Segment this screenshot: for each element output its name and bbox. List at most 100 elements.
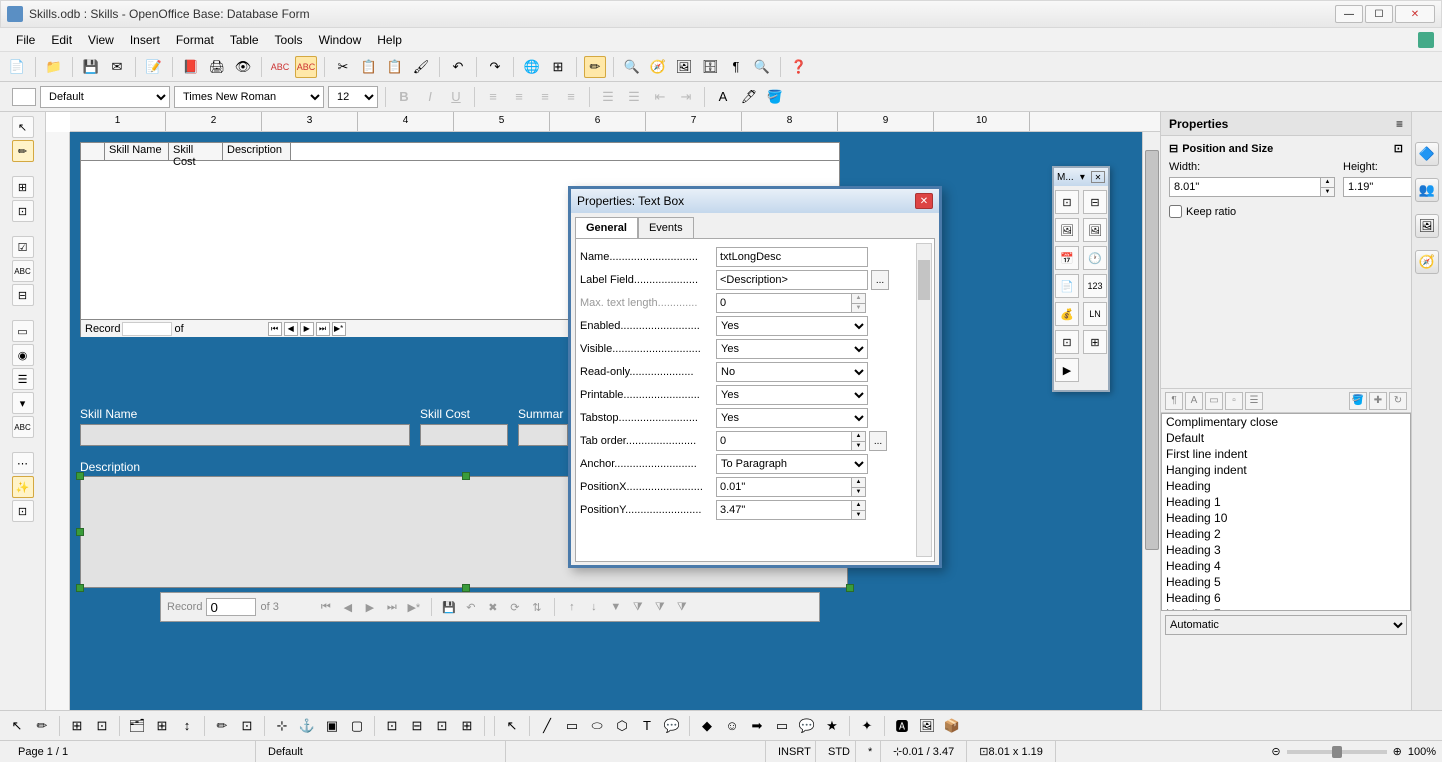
textbox-tool[interactable]: ABC xyxy=(12,260,34,282)
label-description[interactable]: Description xyxy=(80,460,140,474)
tab-general[interactable]: General xyxy=(575,217,638,238)
bullet-list-button[interactable]: ☰ xyxy=(623,86,645,108)
design2-tool[interactable]: ✏ xyxy=(31,715,53,737)
spinbutton-tool[interactable]: ⊡ xyxy=(1055,190,1079,214)
filecontrol-tool[interactable]: 📄 xyxy=(1055,274,1079,298)
align-right-button[interactable]: ≡ xyxy=(534,86,556,108)
anchor-button[interactable]: ⚓ xyxy=(296,715,318,737)
handle-n[interactable] xyxy=(462,472,470,480)
font-color-button[interactable]: A xyxy=(712,86,734,108)
first-record-button[interactable]: ⏮ xyxy=(268,322,282,336)
prop-anchor-select[interactable]: To Paragraph xyxy=(716,454,868,474)
navbar-tool[interactable]: ▶ xyxy=(1055,358,1079,382)
styles-button[interactable] xyxy=(12,88,36,106)
preview-button[interactable]: 👁 xyxy=(232,56,254,78)
frame-styles-button[interactable]: ▭ xyxy=(1205,392,1223,410)
open-button[interactable]: 📁 xyxy=(43,56,65,78)
style-item[interactable]: Heading 4 xyxy=(1162,558,1410,574)
update-style-button[interactable]: ↻ xyxy=(1389,392,1407,410)
handle-w[interactable] xyxy=(76,528,84,536)
status-insrt[interactable]: INSRT xyxy=(766,741,816,762)
ellipse-tool[interactable]: ⬭ xyxy=(586,715,608,737)
maxlen-spinner[interactable]: ▲▼ xyxy=(852,293,866,313)
position-button[interactable]: ⊹ xyxy=(271,715,293,737)
nonprint-button[interactable]: ¶ xyxy=(725,56,747,78)
open-design-button[interactable]: ✏ xyxy=(211,715,233,737)
italic-button[interactable]: I xyxy=(419,86,441,108)
style-item[interactable]: Heading 7 xyxy=(1162,606,1410,611)
style-item[interactable]: Heading 2 xyxy=(1162,526,1410,542)
width-input[interactable] xyxy=(1169,177,1321,197)
ungroup-button[interactable]: ⊟ xyxy=(406,715,428,737)
basic-shapes-tool[interactable]: ◆ xyxy=(696,715,718,737)
prop-printable-select[interactable]: Yes xyxy=(716,385,868,405)
sidebar-navigator-tab[interactable]: 🧭 xyxy=(1415,250,1439,274)
record-number[interactable] xyxy=(122,322,172,336)
float-menu-icon[interactable]: ▾ xyxy=(1080,172,1085,183)
edit-button[interactable]: 📝 xyxy=(143,56,165,78)
select2-tool[interactable]: ↖ xyxy=(6,715,28,737)
font-size-select[interactable]: 12 xyxy=(328,86,378,108)
nav-next-button[interactable]: ▶ xyxy=(361,598,379,616)
label-skill-cost[interactable]: Skill Cost xyxy=(420,407,470,421)
dialog-close-button[interactable]: ✕ xyxy=(915,193,933,209)
pattern-tool[interactable]: LN xyxy=(1083,302,1107,326)
find-button[interactable]: 🔍 xyxy=(621,56,643,78)
timefield-tool[interactable]: 🕐 xyxy=(1083,246,1107,270)
prop-name-input[interactable] xyxy=(716,247,868,267)
autofocus-button[interactable]: ⊡ xyxy=(236,715,258,737)
keep-ratio-checkbox[interactable] xyxy=(1169,205,1182,218)
fill-mode-button[interactable]: 🪣 xyxy=(1349,392,1367,410)
align-center-button[interactable]: ≡ xyxy=(508,86,530,108)
form-nav-button[interactable]: 🗂 xyxy=(126,715,148,737)
rect-tool[interactable]: ▭ xyxy=(561,715,583,737)
minimize-button[interactable]: — xyxy=(1335,5,1363,23)
print-button[interactable]: 🖨 xyxy=(206,56,228,78)
prop-taborder-input[interactable] xyxy=(716,431,852,451)
select-tool[interactable]: ↖ xyxy=(12,116,34,138)
from-file-tool[interactable]: 🖼 xyxy=(916,715,938,737)
prop-visible-select[interactable]: Yes xyxy=(716,339,868,359)
next-record-button[interactable]: ▶ xyxy=(300,322,314,336)
callout-tool[interactable]: 💬 xyxy=(661,715,683,737)
cut-button[interactable]: ✂ xyxy=(332,56,354,78)
list-styles-button[interactable]: ☰ xyxy=(1245,392,1263,410)
nav-last-button[interactable]: ⏭ xyxy=(383,598,401,616)
handle-nw[interactable] xyxy=(76,472,84,480)
handle-s[interactable] xyxy=(462,584,470,592)
bringfront-button[interactable]: ▣ xyxy=(321,715,343,737)
justify-button[interactable]: ≡ xyxy=(560,86,582,108)
label-tool[interactable]: ABC xyxy=(12,416,34,438)
pushbutton-tool[interactable]: ▭ xyxy=(12,320,34,342)
design-mode-tool[interactable]: ✏ xyxy=(12,140,34,162)
star-shapes-tool[interactable]: ★ xyxy=(821,715,843,737)
help-button[interactable]: ❓ xyxy=(788,56,810,78)
paste-button[interactable]: 📋 xyxy=(384,56,406,78)
redo-button[interactable]: ↷ xyxy=(484,56,506,78)
row-selector[interactable] xyxy=(81,143,105,160)
col-skill-cost[interactable]: Skill Cost xyxy=(169,143,223,160)
numfield-tool[interactable]: 123 xyxy=(1083,274,1107,298)
sidebar-styles-tab[interactable]: 👥 xyxy=(1415,178,1439,202)
form-tool[interactable]: ⊞ xyxy=(12,176,34,198)
zoom-slider[interactable] xyxy=(1287,750,1387,754)
select3-tool[interactable]: ↖ xyxy=(501,715,523,737)
input-summary[interactable] xyxy=(518,424,568,446)
handle-sw[interactable] xyxy=(76,584,84,592)
download-icon[interactable] xyxy=(1418,32,1434,48)
char-styles-button[interactable]: A xyxy=(1185,392,1203,410)
data-button[interactable]: 🗄 xyxy=(699,56,721,78)
nav-autofilter-button[interactable]: ▼ xyxy=(607,598,625,616)
bold-button[interactable]: B xyxy=(393,86,415,108)
posx-spinner[interactable]: ▲▼ xyxy=(852,477,866,497)
nav-sortdesc-button[interactable]: ↓ xyxy=(585,598,603,616)
new-style-button[interactable]: ✚ xyxy=(1369,392,1387,410)
input-skill-cost[interactable] xyxy=(420,424,508,446)
nav-refresh-button[interactable]: ⟳ xyxy=(506,598,524,616)
col-description[interactable]: Description xyxy=(223,143,291,160)
paragraph-style-select[interactable]: Default xyxy=(40,86,170,108)
listbox-tool[interactable]: ☰ xyxy=(12,368,34,390)
zoom-button[interactable]: 🔍 xyxy=(751,56,773,78)
menu-window[interactable]: Window xyxy=(311,30,370,50)
undo-button[interactable]: ↶ xyxy=(447,56,469,78)
